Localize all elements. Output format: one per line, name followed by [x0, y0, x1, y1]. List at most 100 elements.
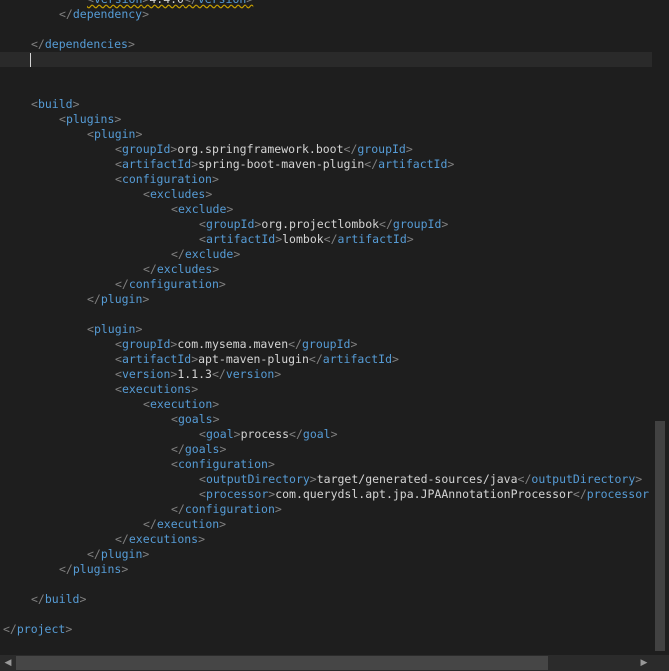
code-line[interactable]: <processor>com.querydsl.apt.jpa.JPAAnnot…	[0, 487, 652, 502]
xml-tag-name: version	[94, 0, 142, 6]
xml-bracket: <	[59, 112, 66, 126]
code-line[interactable]: </goals>	[0, 442, 652, 457]
code-line[interactable]: <goal>process</goal>	[0, 427, 652, 442]
code-line[interactable]: <exclude>	[0, 202, 652, 217]
code-line[interactable]: <execution>	[0, 397, 652, 412]
xml-bracket: >	[274, 502, 282, 516]
code-line[interactable]: </dependencies>	[0, 37, 652, 52]
code-line[interactable]: </configuration>	[0, 502, 652, 517]
xml-bracket: <	[199, 427, 206, 441]
xml-bracket: >	[635, 472, 643, 486]
text-cursor	[30, 53, 31, 67]
code-line[interactable]: <plugins>	[0, 112, 652, 127]
xml-tag-name: configuration	[121, 172, 212, 186]
code-line[interactable]	[0, 307, 652, 322]
xml-tag-name: plugins	[65, 112, 115, 126]
xml-tag-name: outputDirectory	[531, 472, 636, 486]
xml-bracket: >	[65, 622, 73, 636]
xml-bracket: <	[171, 202, 178, 216]
code-editor[interactable]: <version>4.4.0</version></dependency></d…	[0, 0, 652, 655]
xml-text-value: apt-maven-plugin	[198, 352, 309, 366]
xml-tag-name: project	[16, 622, 66, 636]
xml-bracket: <	[199, 472, 206, 486]
xml-tag-name: version	[198, 0, 246, 6]
vertical-scrollbar-thumb[interactable]	[655, 421, 665, 651]
code-line[interactable]: <outputDirectory>target/generated-source…	[0, 472, 652, 487]
code-line[interactable]: <artifactId>apt-maven-plugin</artifactId…	[0, 352, 652, 367]
code-line[interactable]: <groupId>org.projectlombok</groupId>	[0, 217, 652, 232]
code-line[interactable]: <configuration>	[0, 172, 652, 187]
xml-bracket: >	[350, 337, 358, 351]
code-line[interactable]: </plugin>	[0, 292, 652, 307]
code-line[interactable]: <configuration>	[0, 457, 652, 472]
code-line[interactable]: </executions>	[0, 532, 652, 547]
xml-bracket: <	[115, 382, 122, 396]
xml-bracket: >	[205, 187, 213, 201]
xml-bracket: >	[219, 442, 227, 456]
code-line[interactable]: </plugins>	[0, 562, 652, 577]
code-line[interactable]	[0, 607, 652, 622]
arrow-right-icon[interactable]: ▶	[636, 655, 652, 671]
xml-bracket: >	[309, 472, 317, 486]
code-line[interactable]	[0, 52, 652, 67]
code-line[interactable]: <artifactId>lombok</artifactId>	[0, 232, 652, 247]
xml-text-value: org.projectlombok	[261, 217, 380, 231]
code-line[interactable]: </dependency>	[0, 7, 652, 22]
code-line[interactable]: <groupId>org.springframework.boot</group…	[0, 142, 652, 157]
code-line[interactable]	[0, 577, 652, 592]
xml-bracket: >	[72, 97, 80, 111]
code-line[interactable]: </project>	[0, 622, 652, 637]
xml-bracket: >	[233, 247, 241, 261]
xml-tag-name: plugins	[72, 562, 122, 576]
xml-bracket: </	[143, 517, 157, 531]
horizontal-scrollbar-thumb[interactable]	[16, 656, 548, 670]
code-line[interactable]	[0, 82, 652, 97]
xml-tag-name: plugin	[100, 292, 143, 306]
xml-bracket: </	[308, 352, 323, 366]
xml-tag-name: goals	[177, 412, 213, 426]
xml-tag-name: exclude	[184, 247, 234, 261]
code-line[interactable]: <groupId>com.mysema.maven</groupId>	[0, 337, 652, 352]
code-line[interactable]: <executions>	[0, 382, 652, 397]
code-line[interactable]: <artifactId>spring-boot-maven-plugin</ar…	[0, 157, 652, 172]
code-line[interactable]: </execution>	[0, 517, 652, 532]
xml-bracket: <	[171, 412, 178, 426]
arrow-left-icon[interactable]: ◀	[0, 655, 16, 671]
xml-tag-name: executions	[128, 532, 199, 546]
xml-bracket: >	[211, 172, 219, 186]
xml-tag-name: groupId	[205, 217, 255, 231]
code-line[interactable]: </plugin>	[0, 547, 652, 562]
xml-tag-name: version	[225, 367, 275, 381]
xml-bracket: <	[115, 367, 122, 381]
code-line[interactable]: <version>4.4.0</version>	[0, 0, 652, 7]
xml-text-value: org.springframework.boot	[177, 142, 344, 156]
xml-bracket: </	[211, 367, 226, 381]
code-line[interactable]: <plugin>	[0, 127, 652, 142]
code-line[interactable]	[0, 67, 652, 82]
xml-bracket: </	[343, 142, 358, 156]
xml-bracket: </	[288, 337, 302, 351]
xml-bracket: >	[79, 592, 87, 606]
xml-bracket: <	[87, 127, 94, 141]
code-line[interactable]: </excludes>	[0, 262, 652, 277]
code-line[interactable]: </exclude>	[0, 247, 652, 262]
code-line[interactable]: <plugin>	[0, 322, 652, 337]
xml-tag-name: artifactId	[121, 352, 192, 366]
xml-tag-name: dependencies	[44, 37, 128, 51]
xml-tag-name: artifactId	[205, 232, 276, 246]
xml-bracket: </	[323, 232, 338, 246]
xml-bracket: >	[114, 112, 122, 126]
xml-bracket: </	[184, 0, 198, 6]
xml-tag-name: artifactId	[378, 157, 448, 171]
code-line[interactable]: <build>	[0, 97, 652, 112]
code-line[interactable]: <excludes>	[0, 187, 652, 202]
xml-bracket: <	[115, 142, 122, 156]
code-line[interactable]: <goals>	[0, 412, 652, 427]
xml-bracket: >	[226, 202, 234, 216]
code-line[interactable]	[0, 22, 652, 37]
xml-bracket: </	[3, 622, 17, 636]
code-line[interactable]: <version>1.1.3</version>	[0, 367, 652, 382]
code-line[interactable]: </build>	[0, 592, 652, 607]
code-line[interactable]: </configuration>	[0, 277, 652, 292]
xml-bracket: >	[135, 322, 143, 336]
